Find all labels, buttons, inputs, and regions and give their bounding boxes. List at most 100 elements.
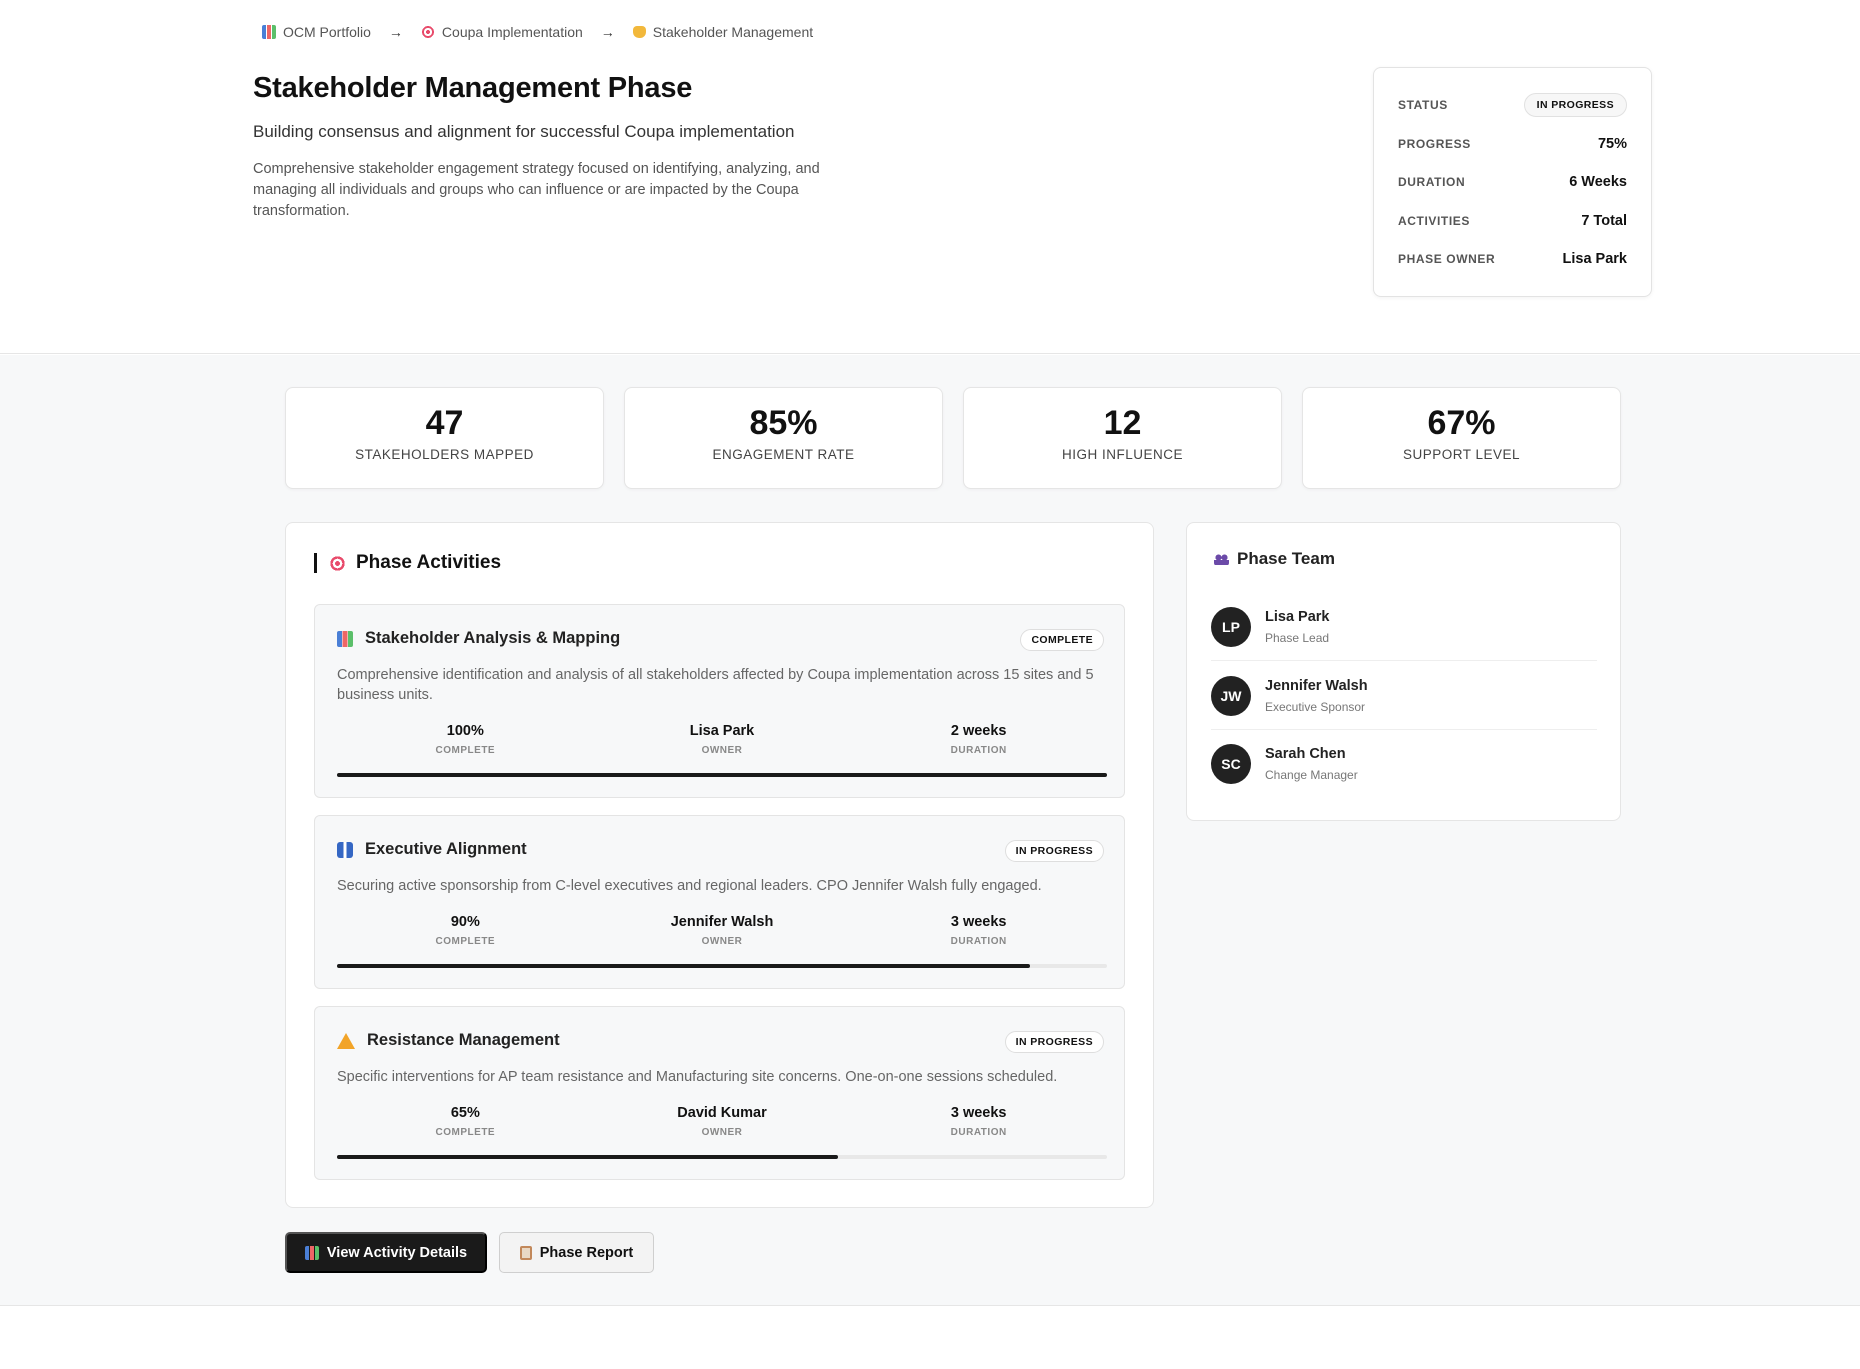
phase-activities-panel: Phase Activities Stakeholder Analysis & … — [285, 522, 1154, 1208]
progress-fill — [337, 1155, 838, 1159]
suit-icon — [337, 841, 353, 858]
stat-card-high-influence: 12 HIGH INFLUENCE — [963, 387, 1282, 489]
progress-fill — [337, 964, 1030, 968]
metric-owner: David Kumar OWNER — [594, 1105, 851, 1138]
metric-label: DURATION — [950, 936, 1007, 947]
stat-value: 47 — [425, 404, 464, 442]
activity-card[interactable]: Resistance Management IN PROGRESS Specif… — [314, 1006, 1125, 1180]
metric-label: COMPLETE — [435, 1127, 496, 1138]
view-activity-details-button[interactable]: View Activity Details — [285, 1232, 487, 1273]
activity-title: Stakeholder Analysis & Mapping — [365, 629, 621, 647]
status-badge: IN PROGRESS — [1523, 93, 1627, 118]
member-role: Change Manager — [1265, 768, 1358, 782]
phase-team-panel: Phase Team LP Lisa Park Phase Lead JW Je… — [1186, 522, 1621, 821]
activities-label: ACTIVITIES — [1398, 213, 1471, 228]
metric-value: 100% — [446, 723, 484, 739]
metric-label: OWNER — [701, 1127, 743, 1138]
metric-duration: 3 weeks DURATION — [850, 914, 1107, 947]
status-badge: IN PROGRESS — [1004, 840, 1104, 862]
metric-label: COMPLETE — [435, 936, 496, 947]
stat-card-stakeholders-mapped: 47 STAKEHOLDERS MAPPED — [285, 387, 604, 489]
team-member[interactable]: SC Sarah Chen Change Manager — [1211, 730, 1597, 798]
progress-bar — [337, 773, 1107, 777]
metric-label: COMPLETE — [435, 745, 496, 756]
activity-description: Specific interventions for AP team resis… — [337, 1069, 1058, 1085]
member-info: Sarah Chen Change Manager — [1265, 746, 1358, 782]
team-heading: Phase Team — [1214, 549, 1335, 569]
breadcrumb-label: OCM Portfolio — [283, 24, 371, 40]
people-icon — [1214, 552, 1229, 566]
member-info: Lisa Park Phase Lead — [1265, 609, 1330, 645]
avatar: LP — [1211, 606, 1251, 647]
stat-card-engagement-rate: 85% ENGAGEMENT RATE — [624, 387, 943, 489]
breadcrumb-coupa-implementation[interactable]: Coupa Implementation — [420, 24, 583, 40]
activity-description: Comprehensive identification and analysi… — [337, 667, 1094, 703]
button-label: View Activity Details — [326, 1244, 468, 1261]
breadcrumb-stakeholder-management[interactable]: Stakeholder Management — [632, 24, 814, 40]
phase-report-button[interactable]: Phase Report — [499, 1232, 654, 1273]
phase-header: OCM Portfolio → Coupa Implementation → S… — [0, 0, 1860, 354]
section-heading: Phase Activities — [314, 552, 502, 573]
chart-icon — [304, 1245, 319, 1260]
member-name: Sarah Chen — [1265, 746, 1346, 762]
avatar: SC — [1211, 744, 1251, 784]
breadcrumb: OCM Portfolio → Coupa Implementation → S… — [262, 24, 813, 40]
progress-row: PROGRESS 75% — [1398, 125, 1627, 164]
metric-label: DURATION — [950, 745, 1007, 756]
breadcrumb-ocm-portfolio[interactable]: OCM Portfolio — [262, 24, 371, 40]
metric-owner: Lisa Park OWNER — [594, 723, 851, 756]
metric-label: OWNER — [701, 745, 743, 756]
metric-value: Jennifer Walsh — [670, 914, 774, 930]
page-title: Stakeholder Management Phase — [253, 72, 693, 104]
activities-row: ACTIVITIES 7 Total — [1398, 202, 1627, 241]
stat-value: 67% — [1427, 404, 1496, 442]
stat-card-support-level: 67% SUPPORT LEVEL — [1302, 387, 1621, 489]
team-member[interactable]: JW Jennifer Walsh Executive Sponsor — [1211, 662, 1597, 730]
activity-metrics: 65% COMPLETE David Kumar OWNER 3 weeks D… — [337, 1105, 1107, 1138]
activity-description: Securing active sponsorship from C-level… — [337, 878, 1042, 894]
breadcrumb-label: Stakeholder Management — [652, 24, 814, 40]
status-badge: IN PROGRESS — [1004, 1031, 1104, 1053]
stat-label: STAKEHOLDERS MAPPED — [355, 447, 534, 462]
metric-owner: Jennifer Walsh OWNER — [594, 914, 851, 947]
warning-icon — [337, 1032, 355, 1049]
activity-header: Resistance Management — [337, 1031, 560, 1050]
clipboard-icon — [519, 1245, 532, 1260]
team-title: Phase Team — [1237, 549, 1335, 568]
stat-label: ENGAGEMENT RATE — [712, 447, 855, 462]
team-member[interactable]: LP Lisa Park Phase Lead — [1211, 593, 1597, 661]
page-subtitle: Building consensus and alignment for suc… — [253, 122, 795, 141]
breadcrumb-arrow: → — [388, 24, 403, 40]
phase-owner-row: PHASE OWNER Lisa Park — [1398, 240, 1627, 279]
activity-title: Resistance Management — [367, 1031, 560, 1049]
metric-duration: 2 weeks DURATION — [850, 723, 1107, 756]
target-icon — [420, 25, 435, 39]
phase-main: 47 STAKEHOLDERS MAPPED 85% ENGAGEMENT RA… — [0, 355, 1860, 1306]
progress-fill — [337, 773, 1107, 777]
activity-card[interactable]: Stakeholder Analysis & Mapping COMPLETE … — [314, 604, 1125, 798]
metric-value: 90% — [450, 914, 480, 930]
metric-value: 3 weeks — [950, 914, 1007, 930]
stat-label: SUPPORT LEVEL — [1402, 447, 1521, 462]
member-role: Executive Sponsor — [1265, 699, 1366, 714]
activity-header: Executive Alignment — [337, 840, 527, 859]
activity-metrics: 100% COMPLETE Lisa Park OWNER 2 weeks DU… — [337, 723, 1107, 756]
metric-value: Lisa Park — [689, 723, 755, 739]
progress-bar — [337, 964, 1107, 968]
activity-card[interactable]: Executive Alignment IN PROGRESS Securing… — [314, 815, 1125, 989]
button-label: Phase Report — [539, 1244, 634, 1261]
section-title: Phase Activities — [356, 552, 502, 573]
stat-value: 85% — [749, 404, 818, 442]
metric-duration: 3 weeks DURATION — [850, 1105, 1107, 1138]
metric-label: DURATION — [950, 1127, 1007, 1138]
status-badge: COMPLETE — [1020, 629, 1104, 651]
avatar: JW — [1211, 675, 1251, 716]
target-icon — [329, 554, 346, 572]
member-name: Jennifer Walsh — [1265, 677, 1368, 694]
metric-value: David Kumar — [677, 1105, 767, 1121]
activity-title: Executive Alignment — [365, 840, 527, 858]
activity-header: Stakeholder Analysis & Mapping — [337, 629, 620, 648]
progress-label: PROGRESS — [1398, 136, 1471, 151]
activity-metrics: 90% COMPLETE Jennifer Walsh OWNER 3 week… — [337, 914, 1107, 947]
duration-value: 6 Weeks — [1569, 174, 1627, 191]
